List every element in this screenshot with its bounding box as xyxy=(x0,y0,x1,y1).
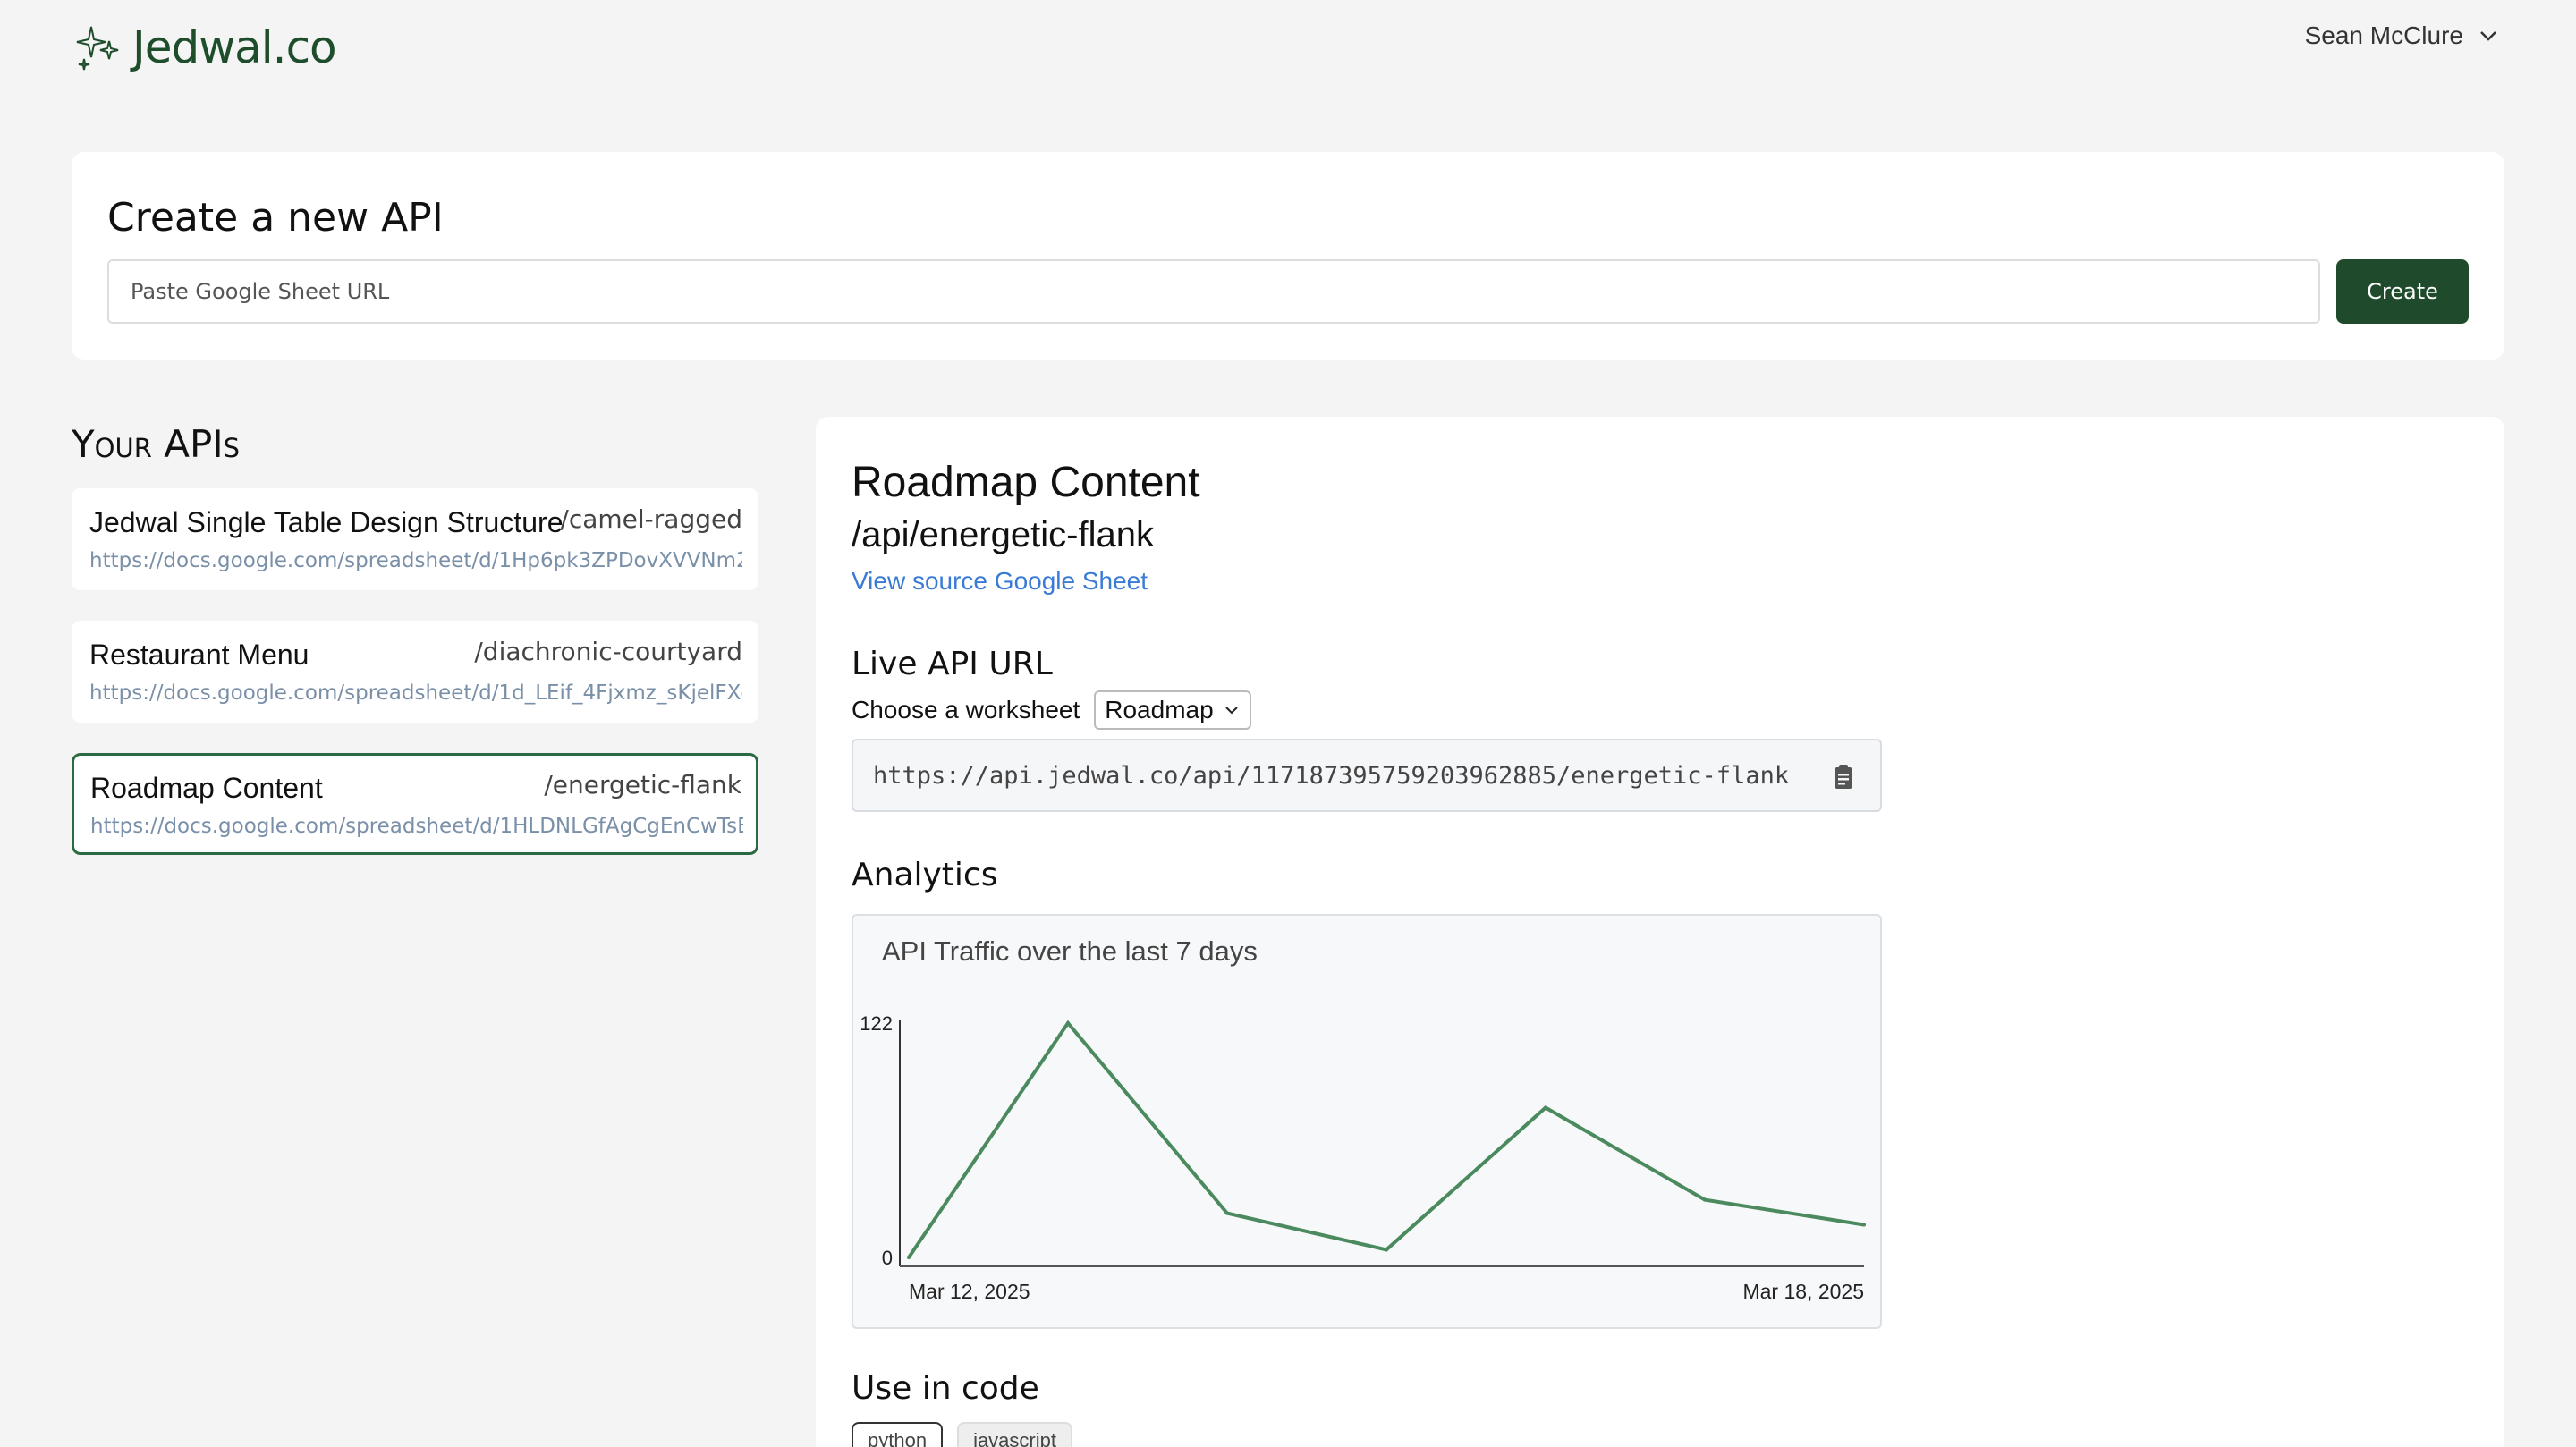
worksheet-value: Roadmap xyxy=(1105,696,1214,724)
user-name: Sean McClure xyxy=(2304,21,2463,49)
api-url-text: https://api.jedwal.co/api/11718739575920… xyxy=(873,761,1790,790)
view-source-link[interactable]: View source Google Sheet xyxy=(852,567,1148,596)
create-api-card: Create a new API Create xyxy=(72,152,2504,360)
chevron-down-icon xyxy=(2480,31,2496,41)
api-path: /energetic-flank xyxy=(544,770,741,800)
worksheet-select[interactable]: Roadmap xyxy=(1094,690,1251,730)
data-point xyxy=(1862,1223,1866,1227)
x-tick-label: Mar 12, 2025 xyxy=(909,1280,1030,1303)
sheet-url-input[interactable] xyxy=(107,259,2320,324)
api-path: /camel-ragged xyxy=(560,504,742,534)
data-point xyxy=(1225,1211,1229,1215)
top-bar: Jedwal.co Sean McClure xyxy=(0,0,2576,98)
traffic-chart-svg: 0 122 Mar 12, 2025 Mar 18, 2025 xyxy=(860,1012,1866,1303)
series-line xyxy=(907,1020,1865,1259)
tab-python[interactable]: python xyxy=(852,1422,944,1447)
user-menu[interactable]: Sean McClure xyxy=(2305,21,2499,50)
api-source-url: https://docs.google.com/spreadsheet/d/1H… xyxy=(90,815,743,838)
api-name: Restaurant Menu xyxy=(89,639,309,671)
code-tabs: python javascript xyxy=(852,1422,1087,1447)
your-apis-heading: Your APIs xyxy=(72,422,241,466)
worksheet-label: Choose a worksheet xyxy=(852,696,1080,724)
api-list-item[interactable]: Jedwal Single Table Design Structure /ca… xyxy=(72,488,758,590)
api-url-field[interactable]: https://api.jedwal.co/api/11718739575920… xyxy=(852,739,1882,812)
data-point xyxy=(1066,1021,1070,1025)
api-source-url: https://docs.google.com/spreadsheet/d/1H… xyxy=(89,549,742,572)
y-tick-label: 0 xyxy=(882,1247,893,1269)
api-list-item[interactable]: Restaurant Menu /diachronic-courtyard ht… xyxy=(72,621,758,723)
data-point xyxy=(1703,1197,1707,1202)
traffic-chart: API Traffic over the last 7 days 0 122 Mar… xyxy=(852,914,1882,1329)
api-source-url: https://docs.google.com/spreadsheet/d/1d… xyxy=(89,681,742,705)
data-point xyxy=(1544,1105,1547,1110)
api-detail-path: /api/energetic-flank xyxy=(852,515,1154,554)
data-point xyxy=(1385,1248,1388,1252)
live-api-url-heading: Live API URL xyxy=(852,646,1053,682)
create-api-title: Create a new API xyxy=(107,195,444,241)
use-in-code-heading: Use in code xyxy=(852,1370,1039,1407)
logo-text: Jedwal.co xyxy=(132,21,337,73)
chevron-down-icon xyxy=(1224,707,1238,715)
worksheet-row: Choose a worksheet Roadmap xyxy=(852,690,1251,730)
data-point xyxy=(907,1256,911,1259)
api-detail-panel: Roadmap Content /api/energetic-flank Vie… xyxy=(816,417,2504,1447)
api-detail-title: Roadmap Content xyxy=(852,459,1200,506)
logo[interactable]: Jedwal.co xyxy=(70,20,337,75)
tab-javascript[interactable]: javascript xyxy=(957,1422,1072,1447)
api-name: Jedwal Single Table Design Structure xyxy=(89,506,564,538)
api-name: Roadmap Content xyxy=(90,772,323,804)
sparkle-icon xyxy=(76,26,119,71)
x-tick-label: Mar 18, 2025 xyxy=(1742,1280,1864,1303)
clipboard-icon[interactable] xyxy=(1830,764,1857,791)
api-list-item-selected[interactable]: Roadmap Content /energetic-flank https:/… xyxy=(72,753,758,855)
api-path: /diachronic-courtyard xyxy=(474,637,742,666)
analytics-heading: Analytics xyxy=(852,857,998,893)
y-tick-label: 122 xyxy=(860,1012,893,1035)
create-button[interactable]: Create xyxy=(2336,259,2469,324)
